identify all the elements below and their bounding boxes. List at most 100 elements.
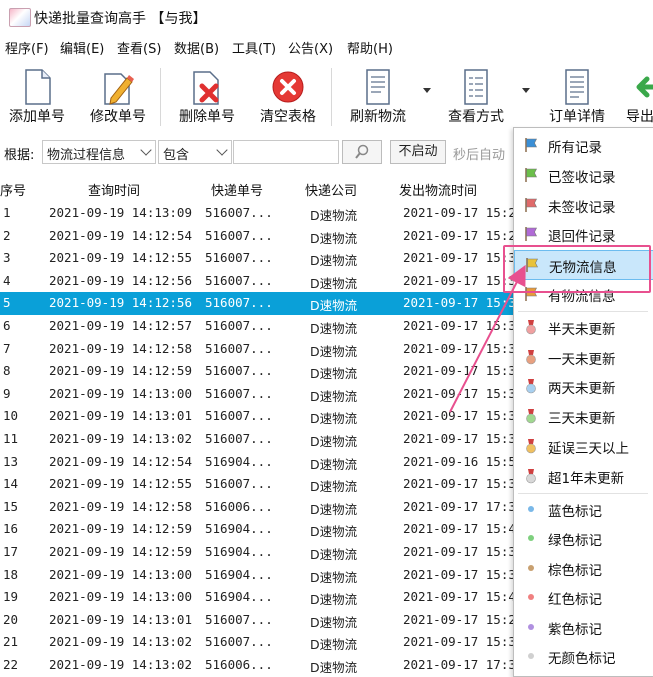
cell-query-time: 2021-09-19 14:12:59 — [49, 544, 192, 559]
cell-ship-time: 2021-09-17 15:32 — [403, 431, 524, 446]
cell-query-time: 2021-09-19 14:12:59 — [49, 363, 192, 379]
cell-query-time: 2021-09-19 14:13:01 — [49, 408, 192, 424]
menu-item-10[interactable]: 三天未更新 — [514, 402, 653, 430]
cell-courier: D速物流 — [310, 479, 358, 495]
dot-icon — [528, 535, 534, 542]
cell-courier: D速物流 — [310, 547, 358, 562]
menu-item-14[interactable]: 绿色标记 — [514, 524, 653, 552]
refresh-logistics-button[interactable]: 刷新物流 — [342, 64, 414, 128]
cell-tracking-number: 516007... — [205, 385, 273, 401]
cell-index: 15 — [3, 498, 19, 514]
cell-tracking-number: 516007... — [205, 272, 273, 288]
cell-courier: D速物流 — [310, 456, 358, 472]
menu-item-17[interactable]: 紫色标记 — [514, 613, 653, 641]
cell-courier: D速物流 — [310, 253, 358, 269]
chevron-down-icon — [216, 144, 228, 156]
cell-ship-time: 2021-09-17 17:30 — [403, 657, 524, 672]
cell-tracking-number: 516007... — [205, 634, 273, 650]
cell-ship-time: 2021-09-17 15:29 — [403, 227, 524, 243]
cell-tracking-number: 516007... — [205, 318, 273, 333]
header-tracking-number[interactable]: 快递单号 — [211, 180, 263, 199]
menu-item-label: 所有记录 — [548, 140, 602, 156]
cell-ship-time: 2021-09-17 15:38 — [403, 544, 524, 559]
menu-separator — [518, 492, 648, 494]
cell-courier: D速物流 — [310, 298, 358, 314]
header-query-time[interactable]: 查询时间 — [88, 180, 140, 199]
cell-tracking-number: 516007... — [205, 476, 273, 492]
cell-index: 21 — [3, 634, 19, 650]
menu-item-2[interactable]: 已签收记录 — [514, 161, 653, 189]
order-detail-button[interactable]: 订单详情 — [541, 64, 613, 128]
menu-item-18[interactable]: 无颜色标记 — [514, 642, 653, 670]
cell-tracking-number: 516904... — [205, 453, 273, 469]
menu-item-3[interactable]: 未签收记录 — [514, 191, 653, 219]
cell-index: 4 — [3, 272, 11, 288]
medal-icon — [526, 409, 536, 424]
menu-item-label: 红色标记 — [548, 592, 602, 609]
edit-number-button[interactable]: 修改单号 — [82, 64, 154, 128]
menu-program[interactable]: 程序(F) — [5, 38, 49, 57]
view-mode-dropdown-arrow-icon[interactable] — [522, 88, 530, 93]
view-mode-button[interactable]: 查看方式 — [440, 64, 512, 128]
cell-tracking-number: 516007... — [205, 611, 273, 627]
refresh-dropdown-arrow-icon[interactable] — [423, 88, 431, 93]
menu-edit[interactable]: 编辑(E) — [60, 38, 104, 57]
menu-tools[interactable]: 工具(T) — [232, 38, 276, 57]
menu-notice[interactable]: 公告(X) — [288, 38, 333, 57]
menu-item-13[interactable]: 蓝色标记 — [514, 495, 653, 523]
cell-query-time: 2021-09-19 14:13:00 — [49, 589, 192, 605]
cell-ship-time: 2021-09-17 15:29 — [403, 205, 524, 220]
menu-item-label: 半天未更新 — [548, 321, 616, 338]
auto-start-button[interactable]: 不启动 — [390, 140, 446, 164]
menu-item-12[interactable]: 超1年未更新 — [514, 462, 653, 490]
cell-tracking-number: 516006... — [205, 657, 273, 672]
cell-ship-time: 2021-09-17 15:30 — [403, 363, 524, 379]
filter-operator-select[interactable]: 包含 — [158, 140, 232, 164]
cell-ship-time: 2021-09-17 15:31 — [403, 408, 524, 424]
menu-item-9[interactable]: 两天未更新 — [514, 372, 653, 400]
menu-item-label: 未签收记录 — [548, 199, 616, 216]
add-number-button[interactable]: 添加单号 — [2, 64, 72, 128]
dot-icon — [528, 653, 534, 660]
cell-ship-time: 2021-09-17 15:30 — [403, 318, 524, 333]
search-button[interactable] — [342, 140, 382, 164]
header-courier[interactable]: 快递公司 — [305, 180, 357, 199]
document-icon — [25, 69, 51, 105]
cell-index: 20 — [3, 611, 19, 627]
menu-item-1[interactable]: 所有记录 — [514, 131, 653, 159]
menu-item-15[interactable]: 棕色标记 — [514, 554, 653, 582]
filter-field-select[interactable]: 物流过程信息 — [42, 140, 156, 164]
search-icon — [355, 144, 369, 159]
menu-item-label: 一天未更新 — [548, 351, 616, 368]
header-index[interactable]: 序号 — [0, 180, 26, 199]
search-input[interactable] — [233, 140, 339, 164]
menu-item-16[interactable]: 红色标记 — [514, 583, 653, 611]
menu-item-label: 无颜色标记 — [548, 651, 616, 668]
cell-query-time: 2021-09-19 14:12:56 — [49, 295, 192, 311]
cell-index: 3 — [3, 250, 11, 266]
medal-icon — [526, 379, 536, 394]
menu-view[interactable]: 查看(S) — [117, 38, 161, 57]
cell-query-time: 2021-09-19 14:12:59 — [49, 521, 192, 537]
medal-icon — [526, 468, 536, 484]
cell-tracking-number: 516006... — [205, 498, 273, 514]
menu-item-8[interactable]: 一天未更新 — [514, 343, 653, 371]
delete-number-button[interactable]: 删除单号 — [172, 64, 242, 128]
export-button[interactable]: 导出 — [620, 64, 653, 128]
cell-courier: D速物流 — [310, 614, 358, 630]
cell-query-time: 2021-09-19 14:13:00 — [49, 566, 192, 582]
cell-query-time: 2021-09-19 14:12:58 — [49, 498, 192, 514]
cell-ship-time: 2021-09-17 15:30 — [403, 566, 524, 582]
cell-index: 1 — [3, 205, 11, 220]
menu-data[interactable]: 数据(B) — [174, 38, 219, 57]
menu-item-11[interactable]: 延误三天以上 — [514, 432, 653, 460]
header-ship-time[interactable]: 发出物流时间 — [399, 180, 477, 199]
menu-help[interactable]: 帮助(H) — [347, 38, 393, 57]
export-arrow-icon — [636, 76, 653, 98]
menu-item-7[interactable]: 半天未更新 — [514, 313, 653, 341]
cell-courier: D速物流 — [310, 660, 358, 675]
cell-query-time: 2021-09-19 14:13:02 — [49, 431, 192, 446]
medal-icon — [526, 319, 536, 335]
clear-table-button[interactable]: 清空表格 — [252, 64, 324, 128]
filter-label: 根据: — [4, 148, 35, 163]
